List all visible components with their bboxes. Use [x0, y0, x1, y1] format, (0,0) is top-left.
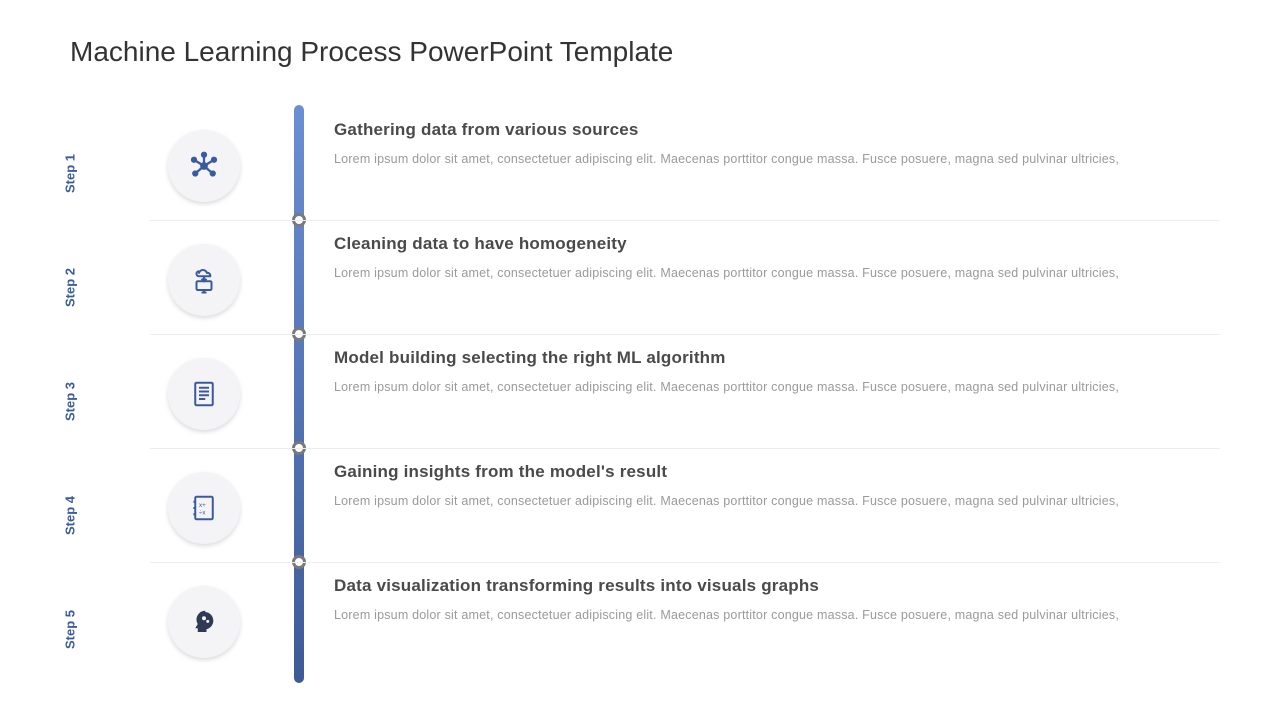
svg-text:÷x: ÷x — [199, 509, 206, 516]
step-row-3: Step 3 Model building selecting the righ… — [70, 336, 1220, 451]
step-description: Lorem ipsum dolor sit amet, consectetuer… — [334, 150, 1220, 168]
network-icon — [168, 130, 240, 202]
step-title: Cleaning data to have homogeneity — [334, 234, 1220, 254]
step-description: Lorem ipsum dolor sit amet, consectetuer… — [334, 264, 1220, 282]
page-title: Machine Learning Process PowerPoint Temp… — [70, 36, 673, 68]
step-description: Lorem ipsum dolor sit amet, consectetuer… — [334, 378, 1220, 396]
step-title: Model building selecting the right ML al… — [334, 348, 1220, 368]
cloud-computer-icon — [168, 244, 240, 316]
step-content: Model building selecting the right ML al… — [334, 348, 1220, 396]
step-row-5: Step 5 Data visualization transforming r… — [70, 564, 1220, 679]
step-description: Lorem ipsum dolor sit amet, consectetuer… — [334, 606, 1220, 624]
step-title: Gaining insights from the model's result — [334, 462, 1220, 482]
document-icon — [168, 358, 240, 430]
step-row-4: Step 4 x+ ÷x Gaining insights from the m… — [70, 450, 1220, 565]
step-content: Gaining insights from the model's result… — [334, 462, 1220, 510]
step-description: Lorem ipsum dolor sit amet, consectetuer… — [334, 492, 1220, 510]
head-gears-icon — [168, 586, 240, 658]
step-content: Cleaning data to have homogeneity Lorem … — [334, 234, 1220, 282]
step-content: Data visualization transforming results … — [334, 576, 1220, 624]
step-content: Gathering data from various sources Lore… — [334, 120, 1220, 168]
step-row-2: Step 2 Cleaning data to have homogeneity… — [70, 222, 1220, 337]
step-title: Data visualization transforming results … — [334, 576, 1220, 596]
svg-text:x+: x+ — [199, 501, 206, 508]
step-title: Gathering data from various sources — [334, 120, 1220, 140]
math-book-icon: x+ ÷x — [168, 472, 240, 544]
step-row-1: Step 1 Gathering data from various sourc… — [70, 108, 1220, 223]
